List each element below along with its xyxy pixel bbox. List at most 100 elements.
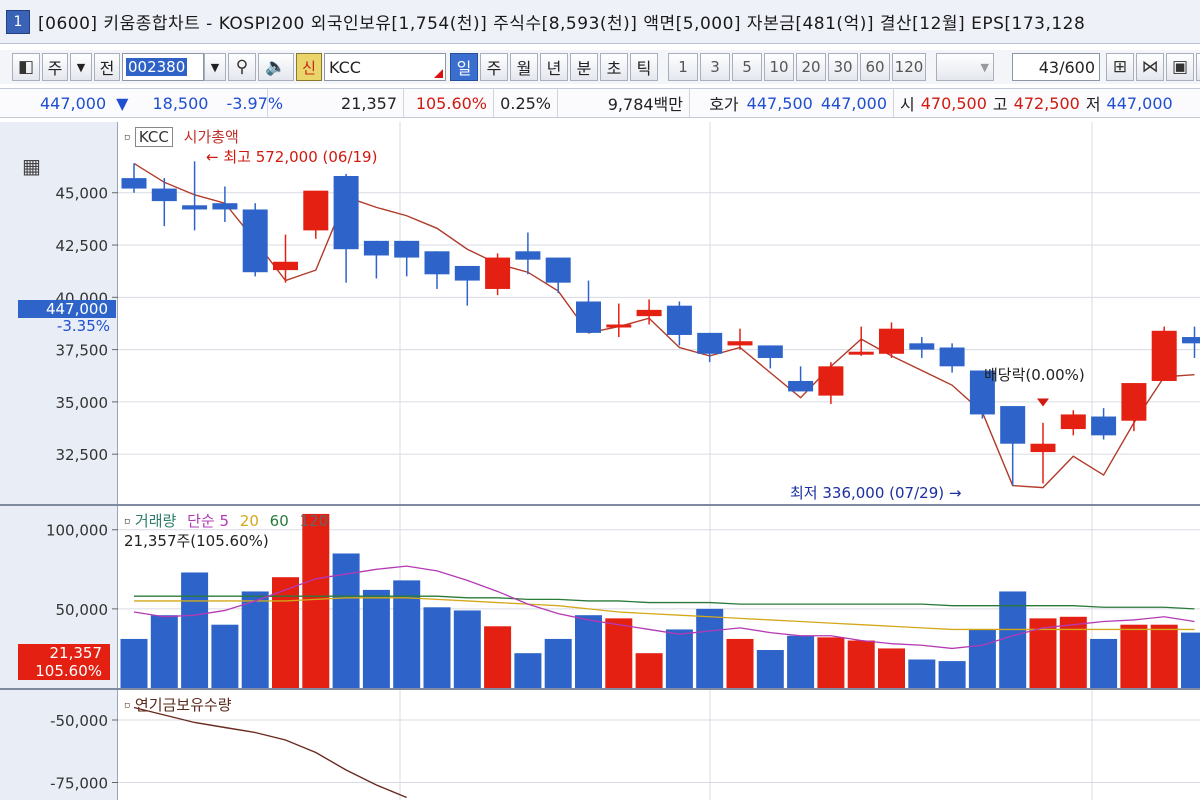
chart-area[interactable]: 45,000 42,500 40,000 37,500 35,000 32,500 100,…: [0, 122, 1200, 800]
speaker-icon[interactable]: 🔈: [258, 53, 294, 81]
period-day-tab[interactable]: 일: [450, 53, 478, 81]
current-change-label: -3.35%: [56, 317, 110, 335]
low-annotation-text: 최저 336,000 (07/29): [790, 484, 945, 502]
current-price: 447,000: [40, 93, 107, 113]
high-annotation: ← 최고 572,000 (06/19): [206, 148, 378, 166]
interval-10-button[interactable]: 10: [764, 53, 794, 81]
candle-body: [394, 240, 420, 258]
count-field[interactable]: 43/600: [1012, 53, 1100, 81]
volume-tick-label: 100,000: [46, 522, 108, 540]
volume-current-badge: 21,357 105.60%: [18, 644, 110, 680]
volume-tick-label: 50,000: [56, 601, 109, 619]
interval-60-button[interactable]: 60: [860, 53, 890, 81]
candle-body: [788, 380, 814, 392]
stock-name-field[interactable]: KCC: [324, 53, 446, 81]
count-total: /600: [1059, 57, 1095, 77]
layout-icon[interactable]: ◧: [12, 53, 40, 81]
candle-body: [333, 176, 359, 250]
candle-body: [1060, 414, 1086, 430]
price-tick-label: 45,000: [56, 185, 109, 203]
interval-5-button[interactable]: 5: [732, 53, 762, 81]
volume-bar: [968, 629, 996, 688]
volume-bar: [787, 635, 815, 688]
dividend-annotation: 배당락(0.00%): [984, 366, 1085, 384]
candle-body: [545, 257, 571, 283]
volume-bar: [241, 591, 269, 688]
volume-bar: [181, 572, 209, 688]
period-week-tab[interactable]: 주: [480, 53, 508, 81]
candle-body: [1182, 337, 1200, 344]
low-label: 저: [1085, 95, 1101, 114]
period-second-tab[interactable]: 초: [600, 53, 628, 81]
period-year-tab[interactable]: 년: [540, 53, 568, 81]
prev-button[interactable]: 전: [94, 53, 120, 81]
candle-body: [363, 240, 389, 256]
turnover-value: 0.25%: [500, 93, 551, 113]
interval-120-button[interactable]: 120: [892, 53, 926, 81]
search-icon[interactable]: ⚲: [228, 53, 256, 81]
price-tick-label: 42,500: [56, 237, 109, 255]
volume-bar: [878, 648, 905, 688]
candle-body: [121, 178, 147, 189]
high-value: 472,500: [1013, 93, 1080, 113]
volume-bar: [302, 513, 330, 688]
volume-bar: [696, 608, 724, 688]
volume-bar: [1150, 624, 1178, 688]
interval-custom-select[interactable]: ▼: [936, 53, 994, 81]
candle-body: [242, 209, 268, 273]
calendar-icon[interactable]: ▦: [22, 154, 41, 178]
period-month-tab[interactable]: 월: [510, 53, 538, 81]
volume-ratio-value: 105.60%: [415, 93, 487, 113]
market-select[interactable]: 주: [42, 53, 68, 81]
candle-body: [879, 328, 904, 354]
pension-tick-label: -50,000: [50, 712, 108, 730]
volume-bar: [1181, 632, 1200, 688]
volume-bar: [817, 637, 845, 688]
code-dropdown-icon[interactable]: ▼: [204, 53, 226, 81]
ma120-label: 120: [299, 512, 329, 530]
hoga-cell: 호가 447,500 447,000: [690, 89, 894, 117]
save-icon[interactable]: ▣: [1166, 53, 1194, 81]
hoga-label: 호가: [709, 95, 739, 114]
interval-1-button[interactable]: 1: [668, 53, 698, 81]
toolbar: ◧ 주 ▼ 전 002380 ▼ ⚲ 🔈 신 KCC 일 주 월 년 분 초 틱…: [0, 50, 1200, 84]
interval-30-button[interactable]: 30: [828, 53, 858, 81]
interval-3-button[interactable]: 3: [700, 53, 730, 81]
volume-bar: [575, 615, 602, 688]
candle-body: [151, 188, 177, 202]
period-minute-tab[interactable]: 분: [570, 53, 598, 81]
candle-body: [576, 301, 601, 333]
candle-body: [424, 251, 450, 275]
volume-bar: [605, 618, 633, 688]
price-tick-label: 37,500: [56, 342, 109, 360]
candle-body: [697, 332, 723, 354]
gear-icon[interactable]: ⚙: [1196, 53, 1200, 81]
shin-button[interactable]: 신: [296, 53, 322, 81]
pension-title: 연기금보유수량: [134, 696, 232, 714]
candle-body: [1000, 406, 1026, 444]
market-dropdown-icon[interactable]: ▼: [70, 53, 92, 81]
candle-body: [727, 341, 753, 346]
volume-bar: [756, 650, 784, 688]
open-label: 시: [900, 95, 915, 114]
window-title: [0600] 키움종합차트 - KOSPI200 외국인보유[1,754(천)]…: [38, 14, 1086, 34]
volume-bar: [211, 624, 239, 688]
indicator-add-icon[interactable]: ⊞: [1106, 53, 1134, 81]
price-panel-title: ▫ KCC 시가총액: [124, 127, 239, 147]
volume-bar: [423, 607, 451, 688]
line-tool-icon[interactable]: ⋈: [1136, 53, 1164, 81]
stock-code-input[interactable]: 002380: [122, 53, 204, 81]
interval-20-button[interactable]: 20: [796, 53, 826, 81]
volume-bar: [120, 638, 148, 688]
period-tick-tab[interactable]: 틱: [630, 53, 658, 81]
volume-info-label: 21,357주(105.60%): [124, 532, 269, 550]
volume-ratio-cell: 105.60%: [404, 89, 494, 117]
price-info-bar: 447,000 ▼ 18,500 -3.97% 21,357 105.60% 0…: [0, 88, 1200, 118]
high-annotation-text: 최고 572,000 (06/19): [223, 148, 378, 166]
candle-body: [636, 309, 662, 317]
ohl-cell: 시 470,500 고 472,500 저 447,000: [894, 89, 1186, 117]
volume-cell: 21,357: [268, 89, 404, 117]
window-number-badge[interactable]: 1: [6, 9, 30, 34]
turnover-cell: 0.25%: [494, 89, 558, 117]
current-price-badge: 447,000: [18, 300, 116, 318]
